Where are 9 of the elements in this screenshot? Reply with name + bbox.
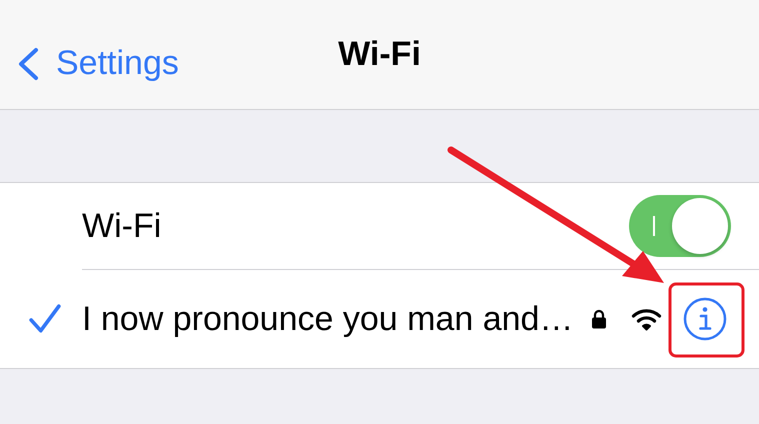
back-button[interactable]: Settings xyxy=(16,44,179,83)
info-button[interactable] xyxy=(683,297,728,341)
network-row[interactable]: I now pronounce you man and… xyxy=(0,270,759,368)
wifi-signal-icon xyxy=(631,307,662,331)
network-name: I now pronounce you man and… xyxy=(82,300,574,338)
row-label: Wi-Fi xyxy=(82,206,162,246)
back-chevron-icon xyxy=(16,46,40,80)
screen-title: Wi-Fi xyxy=(338,35,421,74)
checkmark-icon xyxy=(28,303,62,335)
